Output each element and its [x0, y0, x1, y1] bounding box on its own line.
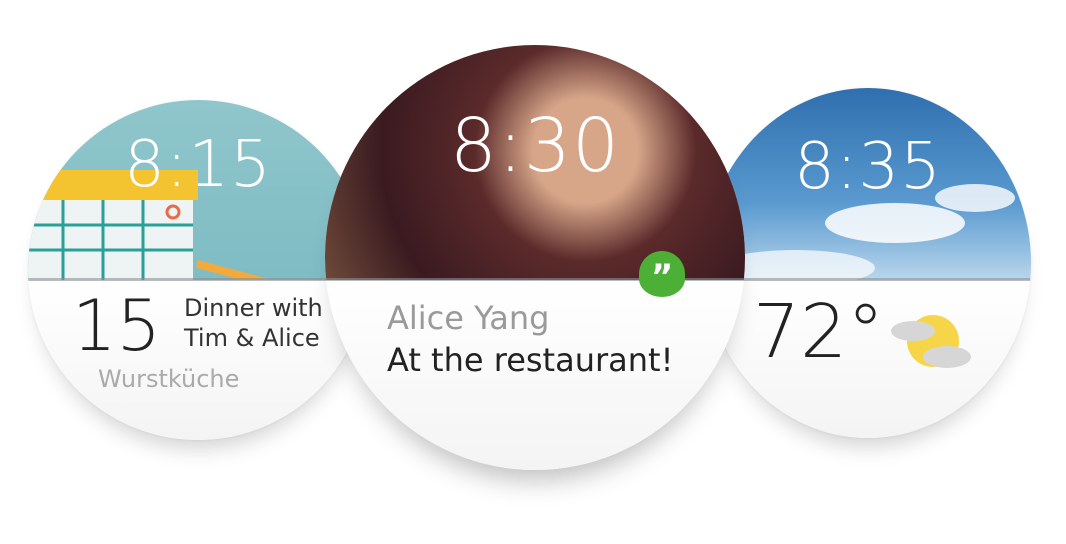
- event-title-line2: Tim & Alice: [184, 324, 320, 352]
- watch-time: 8:35: [794, 130, 942, 204]
- contact-photo: 8:30: [325, 45, 745, 280]
- temperature: 72°: [753, 289, 885, 375]
- calendar-illustration: 8:15: [28, 100, 368, 280]
- sky-photo: 8:35: [705, 88, 1031, 280]
- event-day: 15: [72, 285, 162, 367]
- event-location: Wurstküche: [98, 365, 240, 393]
- message-text: At the restaurant!: [387, 341, 674, 379]
- message-watch-card[interactable]: 8:30 Alice Yang At the restaurant! ”: [325, 45, 745, 470]
- event-title-line1: Dinner with: [184, 294, 323, 322]
- hangouts-quote-icon: ”: [639, 251, 685, 297]
- sender-name: Alice Yang: [387, 299, 550, 337]
- partly-cloudy-icon: [891, 315, 971, 368]
- weather-watch-card[interactable]: 8:35 72°: [705, 88, 1031, 438]
- watch-time: 8:30: [449, 103, 621, 189]
- calendar-watch-card[interactable]: 8:15 15 Dinner with Tim & Alice Wurstküc…: [28, 100, 368, 440]
- watch-time: 8:15: [124, 128, 272, 202]
